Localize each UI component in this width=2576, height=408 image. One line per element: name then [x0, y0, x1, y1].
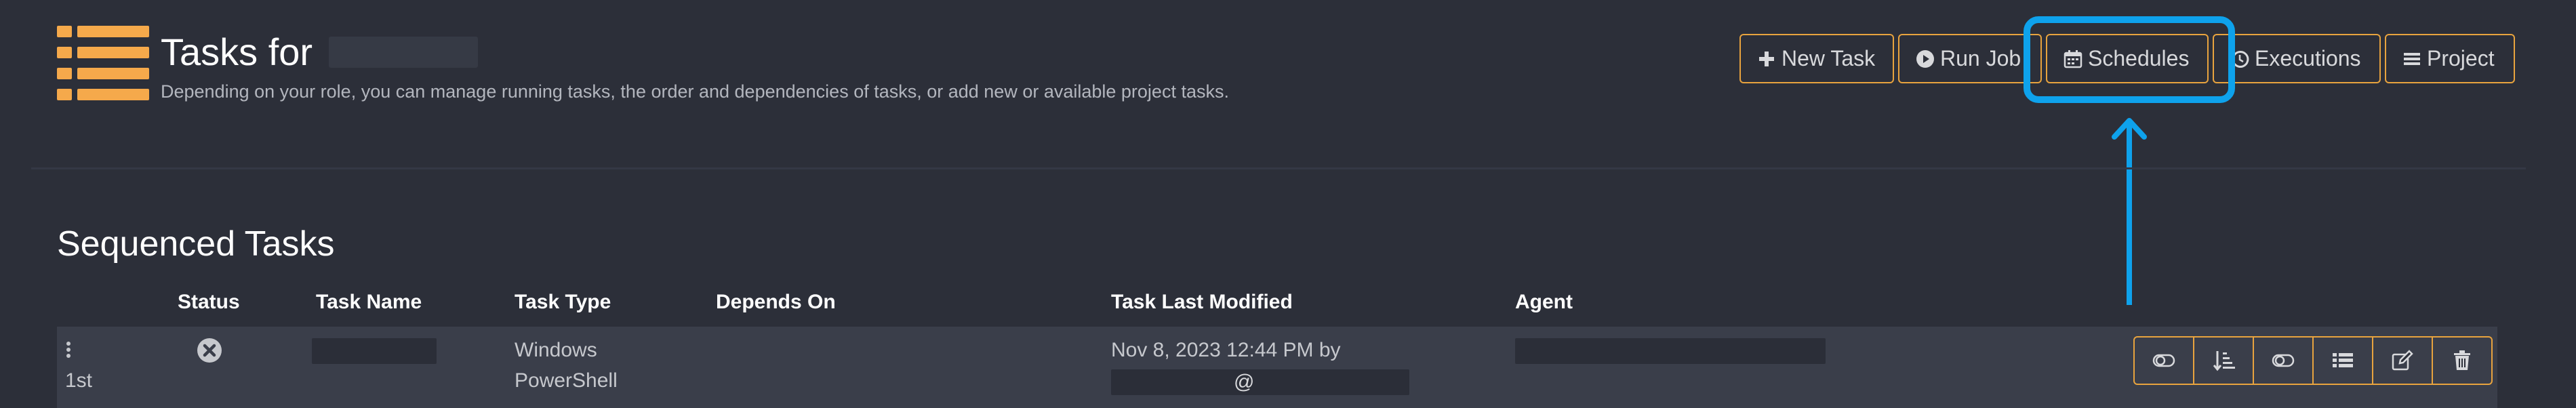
page-title-text: Tasks for [161, 30, 313, 73]
project-label: Project [2427, 46, 2495, 70]
edit-icon [2392, 350, 2413, 371]
divider [31, 167, 2526, 169]
column-header-last-modified: Task Last Modified [1111, 291, 1293, 313]
project-button[interactable]: Project [2385, 34, 2515, 83]
schedules-highlight-box [2024, 16, 2235, 103]
delete-button[interactable] [2432, 336, 2493, 385]
column-header-agent: Agent [1515, 291, 1573, 313]
page-subtitle: Depending on your role, you can manage r… [161, 81, 1229, 102]
executions-label: Executions [2255, 46, 2361, 70]
redacted-project-name [329, 36, 479, 68]
details-button[interactable] [2312, 336, 2373, 385]
column-header-task-type: Task Type [515, 291, 611, 313]
sort-icon [2213, 351, 2235, 371]
toggle-icon [2152, 354, 2175, 367]
section-title: Sequenced Tasks [57, 224, 335, 264]
task-type-line2: PowerShell [515, 369, 618, 392]
new-task-label: New Task [1782, 46, 1876, 70]
page-title: Tasks for [161, 30, 479, 74]
column-header-status: Status [178, 291, 240, 313]
play-circle-icon [1916, 49, 1934, 68]
executions-button[interactable]: Executions [2213, 34, 2381, 83]
redacted-modified-by [1111, 369, 1409, 395]
redacted-task-name [312, 338, 437, 364]
column-header-task-name: Task Name [316, 291, 422, 313]
toggle-icon [2272, 354, 2295, 367]
task-order: 1st [65, 369, 93, 392]
run-job-button[interactable]: Run Job [1898, 34, 2042, 83]
new-task-button[interactable]: New Task [1739, 34, 1894, 83]
last-modified-cell: Nov 8, 2023 12:44 PM by [1111, 335, 1341, 365]
task-type-cell: Windows PowerShell [515, 335, 618, 396]
run-job-label: Run Job [1940, 46, 2021, 70]
redacted-agent [1515, 338, 1826, 364]
row-actions [2133, 336, 2493, 385]
toggle-dependency-button[interactable] [2253, 336, 2314, 385]
circle-x-icon [197, 338, 222, 363]
menu-icon [2404, 52, 2420, 65]
toggle-button[interactable] [2133, 336, 2194, 385]
plus-icon [1759, 51, 1774, 66]
trash-icon [2454, 350, 2470, 370]
column-header-depends-on: Depends On [716, 291, 836, 313]
sort-button[interactable] [2193, 336, 2254, 385]
edit-button[interactable] [2372, 336, 2433, 385]
last-modified-line1: Nov 8, 2023 12:44 PM by [1111, 339, 1341, 361]
task-type-line1: Windows [515, 339, 597, 361]
list-icon [2333, 353, 2353, 367]
list-icon [57, 26, 149, 100]
arrow-up-icon [2112, 118, 2147, 305]
drag-handle-icon[interactable] [65, 341, 72, 359]
modified-by-at-sign: @ [1234, 371, 1255, 393]
